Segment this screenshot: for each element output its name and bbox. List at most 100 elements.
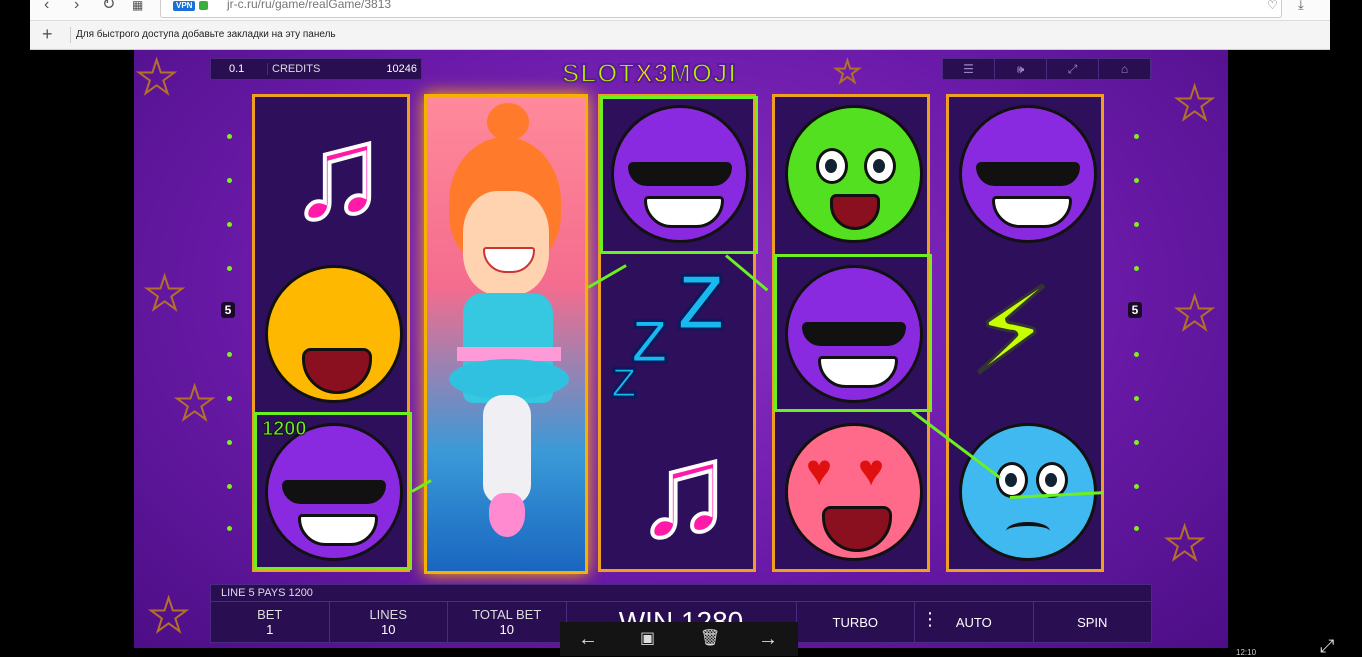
line-marker-left: 5 xyxy=(221,302,235,318)
spin-label: SPIN xyxy=(1077,614,1108,630)
logo-slot: SLOT xyxy=(561,57,636,89)
star-decoration: ★ xyxy=(147,589,190,641)
star-decoration: ★ xyxy=(173,377,216,429)
reel-5: ⚡ xyxy=(946,94,1104,572)
back-icon[interactable]: ‹ xyxy=(44,0,49,13)
game-logo: SLOTX3MOJI xyxy=(561,57,737,89)
line-dot xyxy=(1134,352,1139,357)
line-dot xyxy=(227,526,232,531)
tabs-grid-icon[interactable]: ▦ xyxy=(132,0,143,13)
fullscreen-icon[interactable]: ⤢ xyxy=(1047,59,1099,79)
turbo-button[interactable]: TURBO xyxy=(797,602,916,642)
total-bet-control: TOTAL BET 10 xyxy=(448,602,567,642)
credits-value: 10246 xyxy=(386,63,417,75)
save-icon[interactable]: ▣ xyxy=(640,628,655,648)
screen-overlay-toolbar: ← ▣ 🗑 → xyxy=(560,622,798,656)
reload-icon[interactable]: ↻ xyxy=(102,0,115,13)
download-icon[interactable]: ⤓ xyxy=(1298,0,1304,13)
star-decoration: ★ xyxy=(833,55,862,90)
game-menu-bar: ☰ 🕪 ⤢ ⌂ xyxy=(942,58,1152,80)
slot-game[interactable]: ★ ★ ★ ★ ★ ★ ★ ★ 0.1 CREDITS 10246 SLOTX3… xyxy=(134,50,1228,648)
lines-value: 10 xyxy=(381,622,396,637)
laughing-face-icon xyxy=(265,265,403,403)
line-dot xyxy=(227,266,232,271)
face-mouth xyxy=(830,194,880,230)
star-decoration: ★ xyxy=(135,51,178,103)
lines-label: LINES xyxy=(369,607,408,622)
bookmarks-bar: + Для быстрого доступа добавьте закладки… xyxy=(30,21,1330,50)
star-decoration: ★ xyxy=(1173,287,1216,339)
sound-icon[interactable]: 🕪 xyxy=(995,59,1047,79)
line-dot xyxy=(227,222,232,227)
face-pupil xyxy=(1005,473,1017,487)
heart-eyes-face-icon: ♥ ♥ xyxy=(785,423,923,561)
turbo-label: TURBO xyxy=(832,614,879,630)
url-text[interactable]: jr-c.ru/ru/game/realGame/3813 xyxy=(227,0,391,11)
auto-menu-dots-icon[interactable]: ⋮ xyxy=(921,610,939,628)
heart-eye-icon: ♥ xyxy=(806,446,833,495)
total-bet-value: 10 xyxy=(499,622,514,637)
auto-button[interactable]: ⋮ AUTO xyxy=(915,602,1034,642)
face-eye xyxy=(816,148,848,184)
line-pays-bar: LINE 5 PAYS 1200 xyxy=(210,584,1152,602)
add-bookmark-icon[interactable]: + xyxy=(42,24,53,45)
face-eye xyxy=(996,462,1028,498)
line-dot xyxy=(1134,440,1139,445)
spin-button[interactable]: SPIN xyxy=(1034,602,1152,642)
lines-control[interactable]: LINES 10 xyxy=(330,602,448,642)
bet-label: BET xyxy=(257,607,283,622)
face-frown xyxy=(1006,522,1050,540)
forward-icon[interactable]: › xyxy=(74,0,79,13)
face-mouth xyxy=(302,348,372,394)
star-decoration: ★ xyxy=(1173,77,1216,129)
line-dot xyxy=(227,440,232,445)
total-bet-label: TOTAL BET xyxy=(472,607,542,622)
trash-icon[interactable]: 🗑 xyxy=(700,628,720,648)
bet-control[interactable]: BET 1 xyxy=(211,602,330,642)
symbol-lightning: ⚡ xyxy=(949,257,1101,414)
lock-icon[interactable] xyxy=(199,1,208,10)
logo-moji: MOJI xyxy=(668,57,737,89)
zzz-icon: Z xyxy=(610,358,639,408)
line-dot xyxy=(1134,526,1139,531)
line-dot xyxy=(1134,266,1139,271)
line-dot xyxy=(1134,178,1139,183)
address-bar-row: ‹ › ↻ ▦ VPN jr-c.ru/ru/game/realGame/381… xyxy=(30,0,1330,21)
address-field[interactable]: VPN jr-c.ru/ru/game/realGame/3813 ♡ xyxy=(160,0,1282,18)
line-dot xyxy=(1134,396,1139,401)
ballerina-shoes xyxy=(489,493,525,537)
symbol-zzz: Z Z Z xyxy=(601,257,753,414)
logo-x3: X3 xyxy=(634,57,670,89)
line-dot xyxy=(1134,484,1139,489)
face-pupil xyxy=(873,159,885,173)
expand-icon[interactable]: ⤢ xyxy=(1320,636,1334,657)
credits-label: CREDITS xyxy=(267,63,320,75)
arrow-right-icon[interactable]: → xyxy=(758,628,778,651)
arrow-left-icon[interactable]: ← xyxy=(578,628,598,651)
symbol-sunglasses xyxy=(949,97,1101,254)
browser-window: ‹ › ↻ ▦ VPN jr-c.ru/ru/game/realGame/381… xyxy=(30,0,1330,50)
sick-face-icon xyxy=(785,105,923,243)
home-icon[interactable]: ⌂ xyxy=(1099,59,1151,79)
face-grin xyxy=(992,196,1072,228)
heart-eye-icon: ♥ xyxy=(858,446,885,495)
ballerina-face xyxy=(463,191,549,295)
glasses xyxy=(976,162,1080,186)
ballerina-tutu xyxy=(449,359,569,399)
bookmarks-hint: Для быстрого доступа добавьте закладки н… xyxy=(76,29,336,40)
line-marker-right: 5 xyxy=(1128,302,1142,318)
bookmark-heart-icon[interactable]: ♡ xyxy=(1267,0,1278,13)
symbol-music-note: ♫ xyxy=(255,97,407,254)
vpn-badge[interactable]: VPN xyxy=(173,1,196,11)
line-dot xyxy=(1134,134,1139,139)
win-frame xyxy=(600,96,758,254)
ballerina-wild xyxy=(424,94,588,574)
line-dot xyxy=(227,396,232,401)
menu-icon[interactable]: ☰ xyxy=(943,59,995,79)
bet-display: 0.1 xyxy=(229,63,245,75)
lightning-bolt-icon: ⚡ xyxy=(967,265,1054,399)
ballerina-bun xyxy=(487,103,529,141)
line-dot xyxy=(227,178,232,183)
symbol-music-note: ♫ xyxy=(601,415,753,572)
symbol-green-sick xyxy=(775,97,927,254)
